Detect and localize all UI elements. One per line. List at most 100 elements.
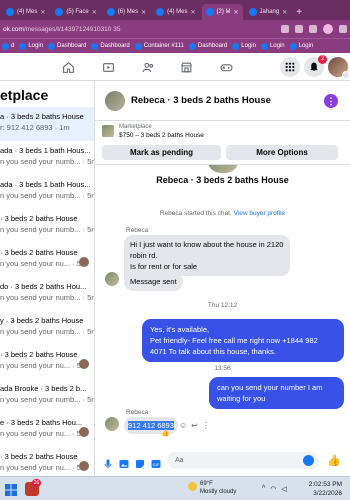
outgoing-message-bubble: Yes, it's available, Pet friendly- Feel … [142,319,344,362]
sender-name: Rebeca [126,227,149,234]
browser-menu-icon[interactable] [339,25,347,33]
message-composer: GIF Aa 👍 [95,446,350,476]
notifications-button[interactable]: 2 [304,55,327,77]
message-input[interactable]: Aa [167,452,319,469]
menu-grid-button[interactable] [280,57,300,77]
bookmark-star-icon[interactable] [281,25,289,33]
weather-temp: 69°F [200,481,213,487]
conversation-item[interactable]: a · 3 beds 2 baths House r: 912 412 6893 … [0,107,94,141]
volume-icon[interactable]: ◁ [281,485,286,493]
gif-icon[interactable]: GIF [151,456,161,468]
conversation-snippet: n you send your numb... · 5m [0,293,95,302]
bookmark-label: Login [298,43,314,49]
bookmark-item[interactable]: d [2,42,14,50]
browser-tab-strip: (4) Mes ✕ (5) Face ✕ (6) Mes ✕ (4) Mes ✕ (2) M ✕ J… [0,0,350,20]
conversation-item[interactable]: ada · 3 beds 1 bath Hous... n you send yo… [0,141,94,175]
bookmark-item[interactable]: Dashboard [188,42,227,50]
bookmark-favicon [289,42,297,50]
bookmark-item[interactable]: Login [289,42,314,50]
wifi-icon[interactable]: ◠ [270,485,276,493]
conversation-item[interactable]: ada Brooke · 3 beds 2 b... n you send you… [0,379,95,413]
bookmark-item[interactable]: Login [232,42,256,50]
close-tab-icon[interactable]: ✕ [190,9,195,16]
sender-avatar-2[interactable] [105,417,119,431]
browser-tab[interactable]: (6) Mes ✕ [103,4,150,20]
system-message-text: Rebeca started this chat. [159,210,232,217]
microphone-icon[interactable] [103,456,113,469]
contact-avatar[interactable] [105,91,125,111]
image-icon[interactable] [119,456,129,468]
reply-icon[interactable]: ↩ [191,421,198,430]
conversation-item[interactable]: e · 3 beds 2 baths Hou... n you send your… [0,413,94,447]
sender-avatar[interactable] [105,272,119,286]
close-tab-icon[interactable]: ✕ [40,9,45,16]
url-text[interactable]: ok.com/messages/t/14397124910310 35 [3,26,281,33]
browser-tab[interactable]: (4) Mes ✕ [2,4,49,20]
bookmark-favicon [188,42,196,50]
bookmark-label: Dashboard [100,43,130,49]
windows-start-icon[interactable] [5,483,17,496]
account-avatar[interactable] [328,57,350,79]
friends-icon[interactable] [140,59,156,75]
conversation-item[interactable]: · 3 beds 2 baths House n you send your nu… [0,447,94,476]
close-tab-icon[interactable]: ✕ [141,9,146,16]
url-host: ok.com [3,25,24,33]
mark-as-pending-button[interactable]: Mark as pending [102,145,221,160]
conversation-item[interactable]: · 3 beds 2 baths House n you send your nu… [0,209,94,243]
bookmarks-bar: d Login Dashboard Dashboard Container #111 Da… [0,38,350,53]
marketplace-icon[interactable] [178,59,194,75]
weather-widget[interactable]: 69°F Mostly cloudy [188,480,237,496]
listing-thumbnail[interactable] [102,125,114,137]
browser-profile-icon[interactable] [323,24,333,34]
browser-tab[interactable]: (2) M ✕ [201,4,243,20]
bookmark-item[interactable]: Login [19,42,43,50]
system-clock[interactable]: 2:02:53 PM 3/22/2026 [304,480,342,498]
info-icon[interactable]: ⋮ [324,94,338,108]
emoji-icon[interactable] [303,455,314,466]
close-tab-icon[interactable]: ✕ [92,9,97,16]
facebook-top-nav: 2 [0,53,350,81]
conversation-snippet: n you send your numb... · 5m [0,395,95,404]
bookmark-item[interactable]: Dashboard [91,42,130,50]
browser-tab[interactable]: Jahang ✕ [245,4,292,20]
more-options-button[interactable]: More Options [226,145,338,160]
conversation-item[interactable]: · 3 beds 2 baths House n you send your nu… [0,243,94,277]
extensions-icon[interactable] [295,25,303,33]
bookmark-item[interactable]: Container #111 [134,42,184,50]
conversation-name: · 3 beds 2 baths House [0,350,78,359]
bookmark-label: Container #111 [143,43,184,49]
new-tab-button[interactable]: + [293,4,305,20]
thumbs-up-reaction-icon[interactable]: 👍 [161,429,170,437]
tab-label: Jahang [259,9,280,15]
home-icon[interactable] [60,59,76,75]
listing-title[interactable]: $750 – 3 beds 2 baths House [119,132,204,139]
view-buyer-profile-link[interactable]: View buyer profile [234,210,286,217]
browser-tab[interactable]: (4) Mes ✕ [152,4,199,20]
close-tab-icon[interactable]: ✕ [234,9,239,16]
chat-header-title[interactable]: Rebeca · 3 beds 2 baths House [131,95,271,106]
address-bar[interactable]: ok.com/messages/t/14397124910310 35 [0,20,350,38]
message-input-placeholder: Aa [175,457,184,464]
browser-tab[interactable]: (5) Face ✕ [51,4,100,20]
conversation-item[interactable]: ada · 3 beds 1 bath Hous... n you send yo… [0,175,94,209]
video-icon[interactable] [100,59,116,75]
gaming-icon[interactable] [218,59,234,75]
conversation-item[interactable]: do · 3 beds 2 baths Hou... n you send you… [0,277,95,311]
conversation-item[interactable]: · 3 beds 2 baths House n you send your nu… [0,345,94,379]
tab-favicon [248,8,257,16]
more-actions-icon[interactable]: ⋮ [202,421,210,430]
bookmark-label: Login [269,43,285,49]
sticker-icon[interactable] [135,456,145,468]
tray-chevron-icon[interactable]: ^ [262,485,265,493]
tab-label: (6) Mes [117,9,139,15]
weather-text: Mostly cloudy [200,489,237,495]
bookmark-item[interactable]: Dashboard [48,42,86,50]
bookmark-item[interactable]: Login [260,42,285,50]
conversation-item[interactable]: y · 3 beds 2 baths House n you send your … [0,311,94,345]
message-actions: ☺ ↩ ⋮ [179,421,210,430]
close-tab-icon[interactable]: ✕ [282,9,287,16]
react-emoji-icon[interactable]: ☺ [179,421,187,430]
download-icon[interactable] [309,25,317,33]
bell-icon [310,62,318,71]
thumbs-up-send-icon[interactable]: 👍 [327,455,341,467]
